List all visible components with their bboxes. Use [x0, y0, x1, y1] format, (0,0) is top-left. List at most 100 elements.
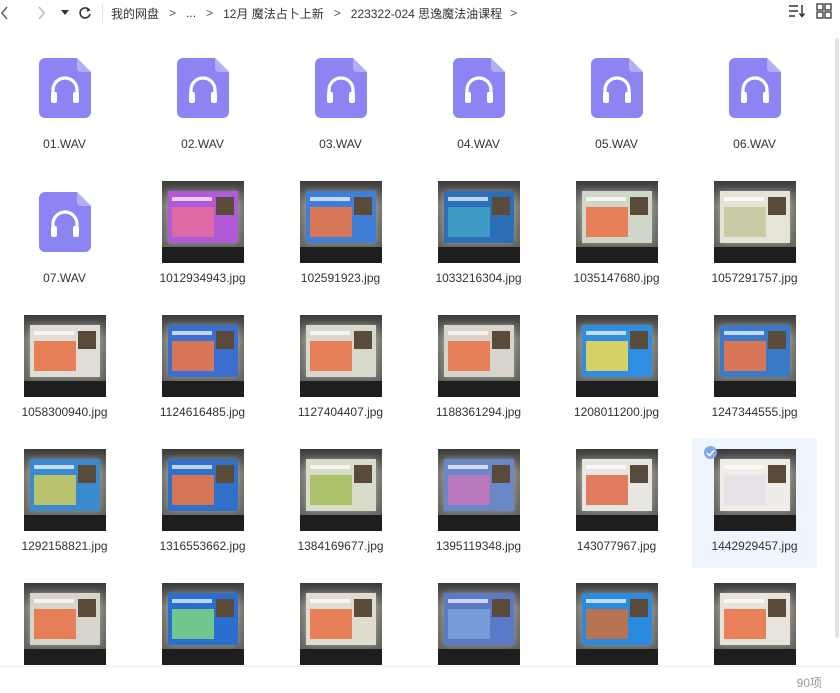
- slide-picture: [77, 599, 96, 617]
- file-name: 1442929457.jpg: [711, 539, 798, 553]
- image-thumbnail: [713, 449, 796, 531]
- audio-file-icon: [728, 58, 781, 118]
- file-item-image[interactable]: 1012934943.jpg: [140, 170, 265, 300]
- view-tools: [788, 3, 832, 22]
- slide-heading: [171, 197, 212, 201]
- file-item-audio[interactable]: 02.WAV: [140, 36, 265, 166]
- file-item-image[interactable]: 1188361294.jpg: [416, 304, 541, 434]
- file-item-audio[interactable]: 01.WAV: [2, 36, 127, 166]
- sort-icon[interactable]: [788, 3, 806, 22]
- file-item-image[interactable]: 1124616485.jpg: [140, 304, 265, 434]
- image-thumbnail: [575, 181, 658, 263]
- file-item-image[interactable]: [554, 572, 679, 666]
- chevron-left-icon[interactable]: [0, 2, 16, 24]
- file-item-image[interactable]: 143077967.jpg: [554, 438, 679, 568]
- file-thumbnail: [416, 310, 541, 402]
- file-item-image[interactable]: 102591923.jpg: [278, 170, 403, 300]
- checkmark-icon[interactable]: [704, 446, 717, 459]
- file-name: 1124616485.jpg: [159, 405, 246, 419]
- file-item-audio[interactable]: 05.WAV: [554, 36, 679, 166]
- slide-picture: [491, 465, 510, 483]
- file-item-image[interactable]: 1442929457.jpg: [692, 438, 817, 568]
- projector-slide: [305, 325, 376, 377]
- file-item-image[interactable]: 1292158821.jpg: [2, 438, 127, 568]
- file-thumbnail: [416, 444, 541, 536]
- image-thumbnail: [713, 315, 796, 397]
- file-thumbnail: [2, 578, 127, 666]
- slide-heading: [171, 331, 212, 335]
- slide-heading: [447, 465, 488, 469]
- projector-slide: [167, 593, 238, 645]
- caret-down-icon[interactable]: [58, 2, 72, 24]
- audience-silhouette: [437, 649, 520, 665]
- breadcrumb-separator: >: [169, 6, 177, 20]
- projector-slide: [29, 593, 100, 645]
- file-item-image[interactable]: 1058300940.jpg: [2, 304, 127, 434]
- file-name: 05.WAV: [595, 137, 638, 151]
- projector-slide: [443, 191, 514, 243]
- slide-picture: [767, 197, 786, 215]
- slide-text-block: [723, 341, 766, 371]
- slide-picture: [215, 599, 234, 617]
- file-item-audio[interactable]: 06.WAV: [692, 36, 817, 166]
- file-item-audio[interactable]: 03.WAV: [278, 36, 403, 166]
- image-thumbnail: [299, 583, 382, 665]
- audience-silhouette: [713, 515, 796, 531]
- slide-text-block: [723, 207, 766, 237]
- image-thumbnail: [437, 315, 520, 397]
- slide-heading: [723, 599, 764, 603]
- file-name: 1057291757.jpg: [711, 271, 798, 285]
- file-item-image[interactable]: 1035147680.jpg: [554, 170, 679, 300]
- breadcrumb-ellipsis[interactable]: ...: [186, 6, 196, 20]
- file-item-image[interactable]: [278, 572, 403, 666]
- file-item-image[interactable]: [416, 572, 541, 666]
- projector-slide: [443, 593, 514, 645]
- refresh-icon[interactable]: [74, 2, 96, 24]
- slide-picture: [353, 197, 372, 215]
- file-thumbnail: [416, 176, 541, 268]
- file-item-image[interactable]: 1384169677.jpg: [278, 438, 403, 568]
- file-item-image[interactable]: 1208011200.jpg: [554, 304, 679, 434]
- file-item-audio[interactable]: 04.WAV: [416, 36, 541, 166]
- file-item-image[interactable]: 1033216304.jpg: [416, 170, 541, 300]
- file-item-image[interactable]: [692, 572, 817, 666]
- chevron-right-icon[interactable]: [30, 2, 52, 24]
- audience-silhouette: [575, 381, 658, 397]
- image-thumbnail: [437, 583, 520, 665]
- breadcrumb-current-folder[interactable]: 223322-024 思逸魔法油课程: [351, 5, 502, 22]
- file-item-image[interactable]: 1395119348.jpg: [416, 438, 541, 568]
- slide-heading: [33, 599, 74, 603]
- scrollbar[interactable]: [834, 36, 840, 666]
- file-name: 102591923.jpg: [300, 271, 381, 285]
- file-item-image[interactable]: [2, 572, 127, 666]
- file-name: 1384169677.jpg: [297, 539, 384, 553]
- audience-silhouette: [575, 247, 658, 263]
- projector-slide: [305, 593, 376, 645]
- file-name: 1395119348.jpg: [435, 539, 522, 553]
- breadcrumb-folder-december[interactable]: 12月 魔法占卜上新: [223, 5, 324, 22]
- slide-heading: [723, 197, 764, 201]
- slide-picture: [767, 331, 786, 349]
- slide-text-block: [33, 609, 76, 639]
- file-item-image[interactable]: 1316553662.jpg: [140, 438, 265, 568]
- projector-slide: [167, 191, 238, 243]
- file-item-image[interactable]: 1057291757.jpg: [692, 170, 817, 300]
- audience-silhouette: [161, 649, 244, 665]
- audience-silhouette: [713, 649, 796, 665]
- projector-slide: [581, 325, 652, 377]
- slide-heading: [33, 331, 74, 335]
- projector-slide: [167, 325, 238, 377]
- file-item-audio[interactable]: 07.WAV: [2, 170, 127, 300]
- breadcrumb-root[interactable]: 我的网盘: [111, 5, 159, 22]
- scrollbar-thumb[interactable]: [835, 38, 839, 638]
- slide-heading: [585, 599, 626, 603]
- file-thumbnail: [278, 176, 403, 268]
- slide-heading: [723, 331, 764, 335]
- slide-text-block: [309, 475, 352, 505]
- grid-view-icon[interactable]: [816, 3, 832, 22]
- audience-silhouette: [161, 381, 244, 397]
- file-item-image[interactable]: 1247344555.jpg: [692, 304, 817, 434]
- file-item-image[interactable]: 1127404407.jpg: [278, 304, 403, 434]
- file-item-image[interactable]: [140, 572, 265, 666]
- slide-heading: [723, 465, 764, 469]
